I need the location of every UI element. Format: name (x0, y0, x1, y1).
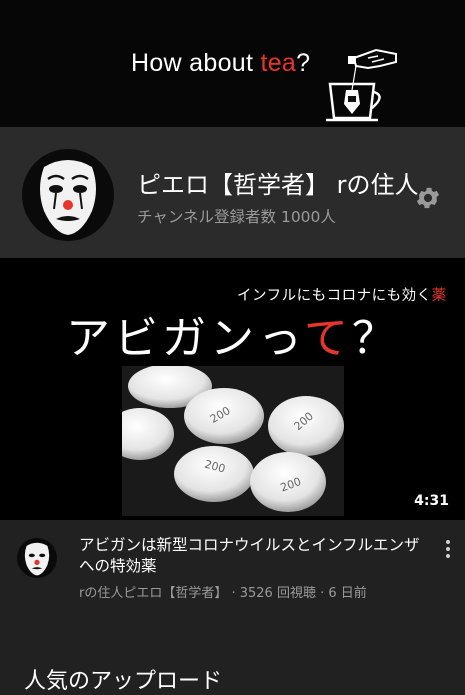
thumbnail-title-accent: て (303, 313, 352, 364)
pill (174, 446, 254, 502)
pills-image: 200 200 200 200 (122, 366, 344, 516)
banner-title: How about tea? (131, 49, 310, 78)
thumbnail-title-prefix: アビガンっ (66, 313, 304, 364)
video-info-row: アビガンは新型コロナウイルスとインフルエンザへの特効薬 rの住人ピエロ【哲学者】… (0, 520, 465, 694)
video-thumbnail[interactable]: インフルにもコロナにも効く薬 アビガンって？ 200 200 200 200 4… (0, 258, 465, 520)
thumbnail-subtitle-accent: 薬 (431, 288, 447, 304)
more-vert-icon[interactable] (440, 538, 456, 562)
banner-title-prefix: How about (131, 49, 261, 77)
pierrot-mask-icon (24, 542, 50, 576)
channel-header: ピエロ【哲学者】 rの住人 チャンネル登録者数 1000人 (0, 127, 465, 258)
banner-title-accent: tea (260, 49, 297, 77)
video-duration: 4:31 (410, 492, 453, 510)
section-heading: 人気のアップロード (24, 669, 223, 694)
subscriber-count: チャンネル登録者数 1000人 (137, 208, 336, 226)
thumbnail-title: アビガンって？ (66, 302, 400, 366)
video-meta: rの住人ピエロ【哲学者】 · 3526 回視聴 · 6 日前 (79, 586, 367, 601)
thumbnail-title-suffix: ？ (351, 313, 400, 364)
pierrot-mask-icon (40, 160, 96, 235)
banner-title-suffix: ? (296, 49, 311, 77)
tea-cup-icon (326, 48, 397, 122)
video-title[interactable]: アビガンは新型コロナウイルスとインフルエンザへの特効薬 (79, 535, 429, 577)
channel-banner: How about tea? (0, 0, 465, 127)
channel-avatar[interactable] (22, 149, 114, 241)
video-channel-avatar[interactable] (17, 538, 57, 578)
gear-icon[interactable] (414, 184, 442, 212)
channel-name: ピエロ【哲学者】 rの住人 (137, 171, 419, 199)
